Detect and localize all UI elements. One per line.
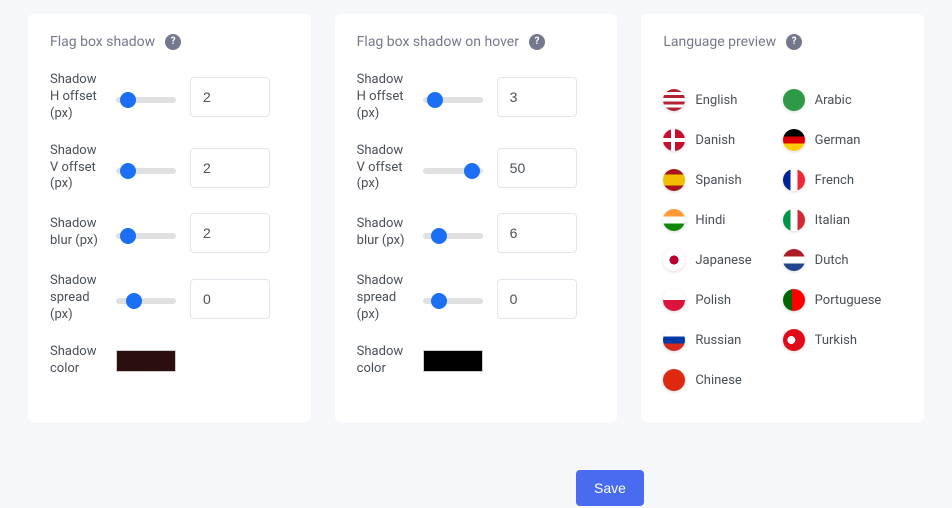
shadow-h-offset-row: Shadow H offset (px) — [50, 72, 289, 123]
shadow-v-offset-row: Shadow V offset (px) — [50, 143, 289, 194]
field-label: Shadow blur (px) — [50, 216, 102, 250]
language-item[interactable]: German — [783, 122, 902, 158]
flag-icon — [783, 129, 805, 151]
flag-icon — [783, 169, 805, 191]
language-label: Japanese — [695, 253, 751, 268]
language-item[interactable]: Japanese — [663, 242, 782, 278]
hover-v-offset-input[interactable] — [497, 148, 577, 188]
language-label: German — [815, 133, 861, 148]
language-item[interactable]: Hindi — [663, 202, 782, 238]
shadow-color-row: Shadow color — [50, 344, 289, 378]
shadow-spread-slider[interactable] — [116, 298, 176, 304]
hover-blur-row: Shadow blur (px) — [357, 213, 596, 253]
shadow-h-offset-input[interactable] — [190, 77, 270, 117]
hover-blur-slider[interactable] — [423, 233, 483, 239]
flag-icon — [783, 329, 805, 351]
hover-color-picker[interactable] — [423, 350, 483, 372]
flag-icon — [783, 89, 805, 111]
field-label: Shadow V offset (px) — [357, 143, 409, 194]
hover-h-offset-input[interactable] — [497, 77, 577, 117]
help-icon[interactable]: ? — [786, 34, 802, 50]
language-item[interactable]: Turkish — [783, 322, 902, 358]
panel-title-text: Flag box shadow on hover — [357, 34, 519, 50]
field-label: Shadow H offset (px) — [357, 72, 409, 123]
flag-icon — [783, 249, 805, 271]
flag-shadow-panel: Flag box shadow ? Shadow H offset (px) S… — [28, 14, 311, 422]
shadow-blur-slider[interactable] — [116, 233, 176, 239]
shadow-spread-row: Shadow spread (px) — [50, 273, 289, 324]
hover-spread-input[interactable] — [497, 279, 577, 319]
flag-shadow-hover-panel: Flag box shadow on hover ? Shadow H offs… — [335, 14, 618, 422]
hover-v-offset-row: Shadow V offset (px) — [357, 143, 596, 194]
language-label: French — [815, 173, 854, 188]
hover-blur-input[interactable] — [497, 213, 577, 253]
panel-title: Flag box shadow ? — [50, 34, 289, 50]
language-item[interactable]: Portuguese — [783, 282, 902, 318]
field-label: Shadow color — [50, 344, 102, 378]
help-icon[interactable]: ? — [529, 34, 545, 50]
hover-spread-slider[interactable] — [423, 298, 483, 304]
language-item[interactable]: Spanish — [663, 162, 782, 198]
hover-v-offset-slider[interactable] — [423, 168, 483, 174]
language-item[interactable]: Russian — [663, 322, 782, 358]
panel-title-text: Language preview — [663, 34, 776, 50]
field-label: Shadow blur (px) — [357, 216, 409, 250]
flag-icon — [663, 89, 685, 111]
flag-icon — [663, 209, 685, 231]
flag-icon — [663, 169, 685, 191]
hover-h-offset-slider[interactable] — [423, 97, 483, 103]
field-label: Shadow H offset (px) — [50, 72, 102, 123]
flag-icon — [783, 209, 805, 231]
language-item[interactable]: Arabic — [783, 82, 902, 118]
language-item[interactable]: Polish — [663, 282, 782, 318]
language-label: Hindi — [695, 213, 725, 228]
language-label: Spanish — [695, 173, 741, 188]
panel-title: Language preview ? — [663, 34, 902, 50]
language-label: Turkish — [815, 333, 857, 348]
save-button[interactable]: Save — [576, 470, 644, 506]
language-item[interactable]: English — [663, 82, 782, 118]
shadow-blur-input[interactable] — [190, 213, 270, 253]
language-label: Danish — [695, 133, 735, 148]
hover-spread-row: Shadow spread (px) — [357, 273, 596, 324]
shadow-color-picker[interactable] — [116, 350, 176, 372]
language-label: Russian — [695, 333, 741, 348]
language-label: Chinese — [695, 373, 741, 388]
field-label: Shadow color — [357, 344, 409, 378]
shadow-v-offset-input[interactable] — [190, 148, 270, 188]
flag-icon — [663, 369, 685, 391]
field-label: Shadow spread (px) — [357, 273, 409, 324]
flag-icon — [663, 249, 685, 271]
help-icon[interactable]: ? — [165, 34, 181, 50]
language-label: English — [695, 93, 737, 108]
language-item[interactable]: Dutch — [783, 242, 902, 278]
flag-icon — [783, 289, 805, 311]
language-item[interactable]: Danish — [663, 122, 782, 158]
language-label: Polish — [695, 293, 731, 308]
shadow-spread-input[interactable] — [190, 279, 270, 319]
shadow-v-offset-slider[interactable] — [116, 168, 176, 174]
language-item[interactable]: Italian — [783, 202, 902, 238]
field-label: Shadow V offset (px) — [50, 143, 102, 194]
language-label: Italian — [815, 213, 850, 228]
language-label: Portuguese — [815, 293, 882, 308]
flag-icon — [663, 129, 685, 151]
language-item[interactable]: Chinese — [663, 362, 782, 398]
language-label: Arabic — [815, 93, 852, 108]
field-label: Shadow spread (px) — [50, 273, 102, 324]
language-grid: English Arabic Danish German Spanish French Hi… — [663, 72, 902, 398]
flag-icon — [663, 329, 685, 351]
panel-title-text: Flag box shadow — [50, 34, 155, 50]
flag-icon — [663, 289, 685, 311]
shadow-blur-row: Shadow blur (px) — [50, 213, 289, 253]
panel-title: Flag box shadow on hover ? — [357, 34, 596, 50]
hover-color-row: Shadow color — [357, 344, 596, 378]
shadow-h-offset-slider[interactable] — [116, 97, 176, 103]
language-item[interactable]: French — [783, 162, 902, 198]
hover-h-offset-row: Shadow H offset (px) — [357, 72, 596, 123]
language-preview-panel: Language preview ? English Arabic Danish Ge… — [641, 14, 924, 422]
language-label: Dutch — [815, 253, 849, 268]
